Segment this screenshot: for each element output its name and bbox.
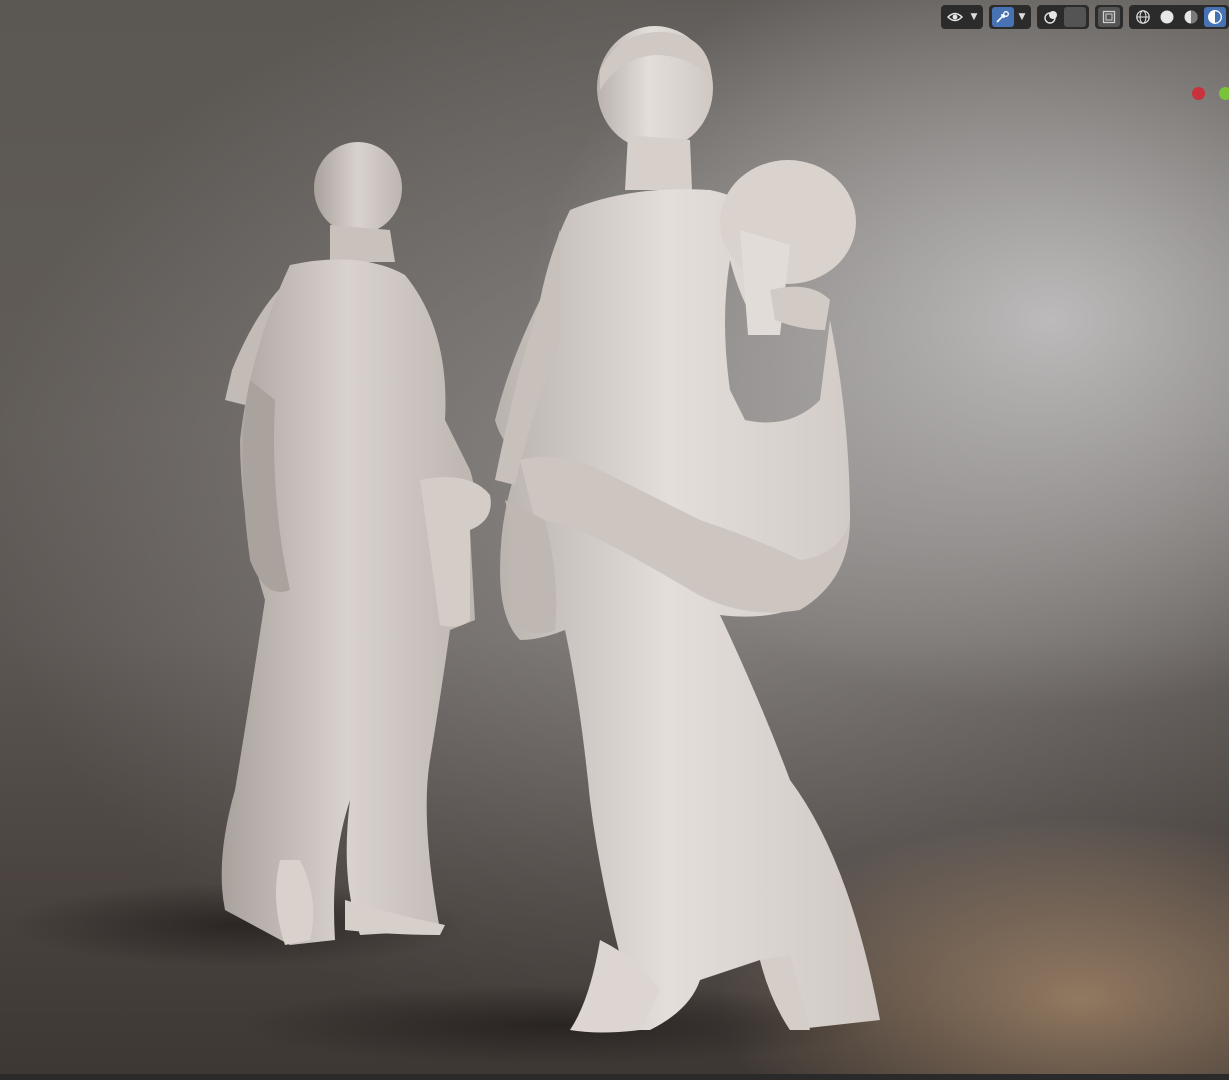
chevron-down-icon[interactable]: ▼ xyxy=(1016,7,1028,27)
viewport-bottom-edge xyxy=(0,1074,1229,1080)
viewport-header: ▼ ▼ xyxy=(941,4,1229,30)
material-preview-shading-icon[interactable] xyxy=(1180,7,1202,27)
shading-mode-group[interactable] xyxy=(1129,5,1229,29)
rendered-scene xyxy=(10,26,880,1065)
back-statue xyxy=(221,142,491,945)
selectability-visibility-icon[interactable] xyxy=(944,7,966,27)
chevron-down-icon[interactable]: ▼ xyxy=(968,7,980,27)
gizmo-y-axis-dot[interactable] xyxy=(1219,87,1229,100)
solid-shading-icon[interactable] xyxy=(1156,7,1178,27)
3d-viewport[interactable]: ▼ ▼ xyxy=(0,0,1229,1080)
rendered-shading-icon[interactable] xyxy=(1204,7,1226,27)
overlays-dropdown[interactable] xyxy=(1037,5,1089,29)
overlays-toggle-icon[interactable] xyxy=(1040,7,1062,27)
xray-toggle-icon[interactable] xyxy=(1098,7,1120,27)
gizmo-x-axis-dot[interactable] xyxy=(1192,87,1205,100)
front-statue xyxy=(495,26,880,1033)
xray-group[interactable] xyxy=(1095,5,1123,29)
wireframe-shading-icon[interactable] xyxy=(1132,7,1154,27)
gizmo-dropdown[interactable]: ▼ xyxy=(989,5,1031,29)
gizmo-toggle-icon[interactable] xyxy=(992,7,1014,27)
overlays-expand-button[interactable] xyxy=(1064,7,1086,27)
selectability-visibility-dropdown[interactable]: ▼ xyxy=(941,5,983,29)
